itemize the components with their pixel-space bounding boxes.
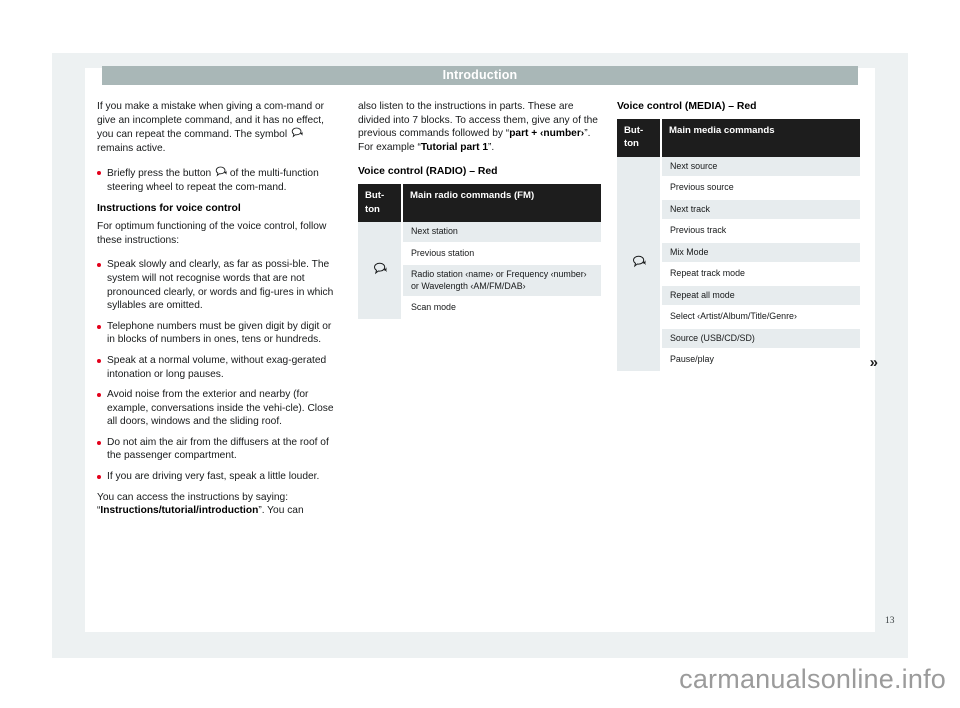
watermark-text: carmanualsonline.info <box>679 664 946 694</box>
paragraph-listen-text-c: ”. <box>488 141 495 153</box>
radio-command-radio-station: Radio station ‹name› or Frequency ‹numbe… <box>402 264 601 299</box>
bullet-dot-icon <box>97 393 101 398</box>
radio-commands-table: But-ton Main radio commands (FM) Next st… <box>358 183 601 320</box>
radio-table-body: Next station Previous station Radio stat… <box>358 222 601 320</box>
bullet-normal-volume: Speak at a normal volume, without exag-g… <box>97 354 340 381</box>
paragraph-optimum-functioning: For optimum functioning of the voice con… <box>97 221 327 246</box>
media-col-header-commands: Main media commands <box>661 118 860 157</box>
page-number: 13 <box>885 616 895 626</box>
bullet-normal-volume-label: Speak at a normal volume, without exag-g… <box>107 354 327 380</box>
radio-table-wrapper: But-ton Main radio commands (FM) Next st… <box>358 183 601 320</box>
bullet-dot-icon <box>97 358 101 363</box>
media-table-wrapper: But-ton Main media commands Next source … <box>617 118 878 372</box>
paragraph-listen-bold-part-number: part + ‹number› <box>509 128 585 140</box>
media-command-source: Source (USB/CD/SD) <box>661 327 860 351</box>
media-table-header-row: But-ton Main media commands <box>617 118 860 157</box>
heading-instructions-voice-control: Instructions for voice control <box>97 202 241 214</box>
radio-col-header-commands: Main radio commands (FM) <box>402 183 601 223</box>
media-command-previous-source: Previous source <box>661 177 860 200</box>
media-table-body: Next source Previous source Next track P… <box>617 156 860 372</box>
media-table-head: But-ton Main media commands <box>617 118 860 157</box>
media-col-header-button: But-ton <box>617 118 662 157</box>
media-command-next-source: Next source <box>661 156 860 179</box>
media-command-pause-play: Pause/play <box>661 349 860 372</box>
media-command-previous-track: Previous track <box>661 220 860 243</box>
bullet-air-diffusers: Do not aim the air from the diffusers at… <box>97 436 340 463</box>
bullet-avoid-noise-label: Avoid noise from the exterior and nearby… <box>107 389 334 428</box>
voice-control-icon <box>372 262 387 276</box>
bullet-driving-fast-label: If you are driving very fast, speak a li… <box>107 471 320 483</box>
paragraph-listen-bold-tutorial: Tutorial part 1 <box>420 141 489 153</box>
document-page-viewer: Introduction If you make a mistake when … <box>0 0 960 708</box>
text-column-left: If you make a mistake when giving a com-… <box>97 100 340 529</box>
paragraph-listen-parts: also listen to the instructions in parts… <box>358 100 601 154</box>
paragraph-access-text-b: ”. You can <box>258 505 304 517</box>
media-command-select-artist: Select ‹Artist/Album/Title/Genre› <box>661 306 860 329</box>
radio-command-next-station: Next station <box>402 222 601 244</box>
radio-col-header-button: But-ton <box>358 183 403 223</box>
paragraph-access-instructions: You can access the instructions by sayin… <box>97 491 340 518</box>
text-column-middle: also listen to the instructions in parts… <box>358 100 601 320</box>
bullet-speak-slowly: Speak slowly and clearly, as far as poss… <box>97 258 340 312</box>
bullet-repeat-command: Briefly press the button of the multi-fu… <box>97 166 340 194</box>
table-row: Next source <box>617 156 860 371</box>
bullet-air-diffusers-label: Do not aim the air from the diffusers at… <box>107 436 329 462</box>
paragraph-mistake-text-b: remains active. <box>97 142 166 154</box>
caption-voice-control-media: Voice control (MEDIA) – Red <box>617 101 757 112</box>
media-button-cell <box>617 156 662 371</box>
running-header-band: Introduction <box>102 66 858 85</box>
voice-control-icon <box>631 255 646 269</box>
bullet-telephone-numbers: Telephone numbers must be given digit by… <box>97 320 340 347</box>
radio-command-previous-station: Previous station <box>402 242 601 266</box>
radio-command-scan-mode: Scan mode <box>402 297 601 320</box>
paragraph-access-bold: Instructions/tutorial/introduction <box>100 505 259 517</box>
bullet-dot-icon <box>97 263 101 268</box>
media-command-mix-mode: Mix Mode <box>661 241 860 265</box>
bullet-speak-slowly-label: Speak slowly and clearly, as far as poss… <box>107 259 334 312</box>
voice-control-icon <box>214 166 228 178</box>
radio-button-cell <box>358 222 403 319</box>
radio-table-header-row: But-ton Main radio commands (FM) <box>358 183 601 223</box>
voice-control-icon <box>290 127 303 139</box>
caption-voice-control-radio: Voice control (RADIO) – Red <box>358 166 498 178</box>
bullet-dot-icon <box>97 171 101 176</box>
media-commands-table: But-ton Main media commands Next source … <box>617 118 860 372</box>
media-command-next-track: Next track <box>661 198 860 222</box>
bullet-dot-icon <box>97 475 101 480</box>
table-row: Next station <box>358 222 601 319</box>
bullet-dot-icon <box>97 324 101 329</box>
radio-table-head: But-ton Main radio commands (FM) <box>358 183 601 223</box>
text-column-right: Voice control (MEDIA) – Red But-ton Main… <box>617 100 878 372</box>
bullet-dot-icon <box>97 440 101 445</box>
bullet-driving-fast: If you are driving very fast, speak a li… <box>97 470 340 484</box>
paragraph-mistake: If you make a mistake when giving a com-… <box>97 100 340 155</box>
bullet-repeat-text-a: Briefly press the button <box>107 168 215 180</box>
media-command-repeat-all-mode: Repeat all mode <box>661 284 860 308</box>
page-title: Introduction <box>442 68 518 82</box>
bullet-avoid-noise: Avoid noise from the exterior and nearby… <box>97 388 340 429</box>
media-command-repeat-track-mode: Repeat track mode <box>661 263 860 286</box>
continuation-arrow-icon: » <box>869 353 878 371</box>
bullet-telephone-numbers-label: Telephone numbers must be given digit by… <box>107 320 332 346</box>
